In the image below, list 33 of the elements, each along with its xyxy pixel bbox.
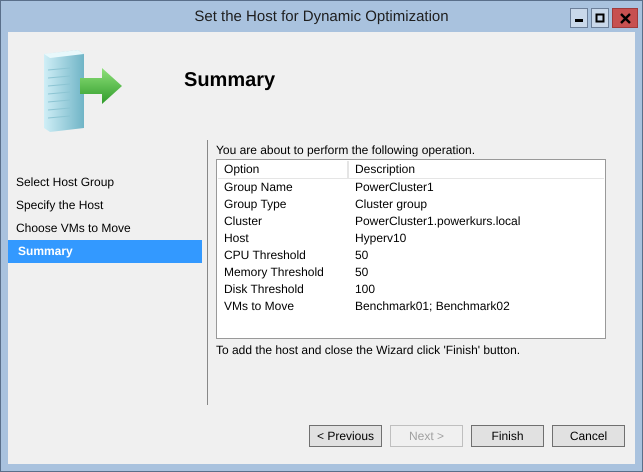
table-cell-text: Cluster group: [354, 196, 428, 213]
wizard-button[interactable]: Cancel: [552, 425, 625, 447]
wizard-step[interactable]: Specify the Host: [8, 194, 202, 217]
wizard-button[interactable]: < Previous: [309, 425, 382, 447]
maximize-button[interactable]: [591, 8, 609, 28]
page-heading: Summary: [184, 68, 276, 92]
table-cell-text: Hyperv10: [354, 230, 408, 247]
table-cell-text: Host: [223, 230, 250, 247]
close-icon: [620, 12, 630, 24]
table-cell-text: 50: [354, 247, 370, 264]
intro-text: You are about to perform the following operation.: [216, 143, 476, 159]
table-cell-text: Disk Threshold: [223, 281, 305, 298]
table-cell-text: VMs to Move: [223, 298, 296, 315]
wizard-button[interactable]: Finish: [471, 425, 544, 447]
maximize-icon: [595, 13, 605, 23]
window-title: Set the Host for Dynamic Optimization: [194, 8, 449, 25]
table-cell-text: Memory Threshold: [223, 264, 325, 281]
table-cell-text: Group Type: [223, 196, 288, 213]
wizard-step[interactable]: Choose VMs to Move: [8, 217, 202, 240]
column-header[interactable]: Option: [218, 161, 349, 178]
table-cell-text: Benchmark01; Benchmark02: [354, 298, 511, 315]
table-cell-text: PowerCluster1.powerkurs.local: [354, 213, 522, 230]
table-cell-text: CPU Threshold: [223, 247, 307, 264]
close-button[interactable]: [612, 8, 638, 28]
table-cell-text: Group Name: [223, 179, 294, 196]
minimize-button[interactable]: [570, 8, 588, 28]
column-header[interactable]: Description: [349, 161, 604, 178]
instruction-text: To add the host and close the Wizard click 'Finish' button.: [216, 343, 522, 357]
table-cell-text: 50: [354, 264, 370, 281]
table-cell-text: Cluster: [223, 213, 264, 230]
table-cell-text: 100: [354, 281, 376, 298]
table-cell-text: PowerCluster1: [354, 179, 435, 196]
wizard-step[interactable]: Select Host Group: [8, 171, 202, 194]
